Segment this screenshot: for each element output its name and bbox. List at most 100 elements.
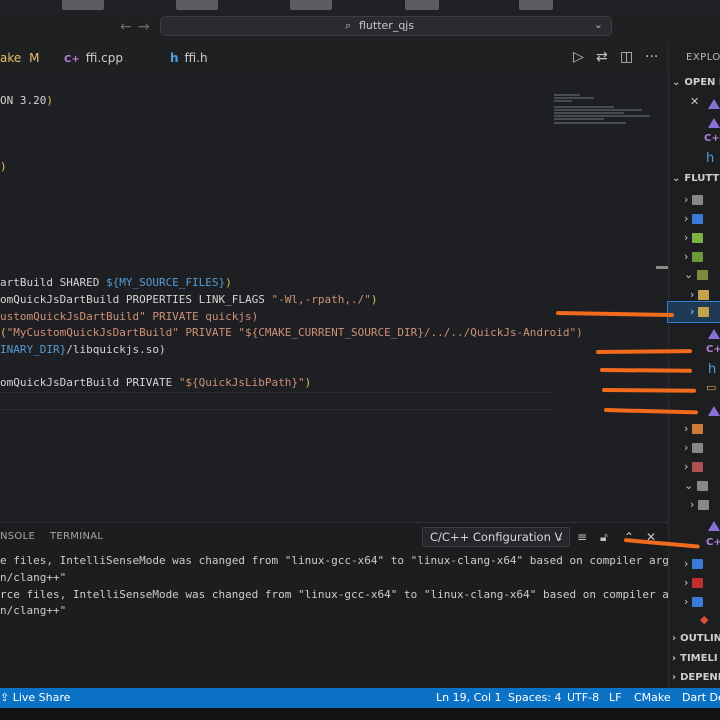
code-line[interactable]: ustomQuickJsDartBuild" PRIVATE quickjs): [0, 310, 258, 323]
indentation[interactable]: Spaces: 4: [508, 691, 561, 704]
window-thumbnail[interactable]: [62, 0, 104, 10]
section-timeline[interactable]: › TIMELI: [672, 653, 718, 664]
tree-item[interactable]: ›: [684, 250, 704, 263]
encoding[interactable]: UTF-8: [567, 691, 599, 704]
screen-edge: [0, 708, 720, 720]
cpp-file-icon[interactable]: C+: [706, 537, 720, 548]
language-mode[interactable]: CMake: [634, 691, 671, 704]
tree-item[interactable]: ›: [684, 212, 704, 225]
more-actions-icon[interactable]: ···: [645, 49, 658, 65]
chevron-down-icon: ⌄: [554, 530, 564, 544]
close-icon[interactable]: ✕: [690, 95, 699, 108]
tree-item[interactable]: ›: [684, 193, 704, 206]
folder-open-icon: [697, 481, 709, 491]
code-line[interactable]: ON 3.20): [0, 94, 53, 107]
clear-output-icon[interactable]: ≡: [577, 530, 587, 544]
back-arrow-icon[interactable]: ←: [120, 19, 132, 35]
code-line[interactable]: ("MyCustomQuickJsDartBuild" PRIVATE "${C…: [0, 326, 583, 339]
dart-devtools[interactable]: Dart De: [682, 691, 720, 704]
live-share-item[interactable]: ⇪ Live Share: [0, 691, 70, 704]
tab-ffi-h[interactable]: h ffi.h: [170, 42, 250, 74]
command-center-text: flutter_qjs: [359, 19, 415, 32]
live-share-icon: ⇪: [0, 691, 10, 704]
tree-item[interactable]: ›: [684, 576, 704, 589]
header-file-icon[interactable]: h: [708, 362, 716, 377]
code-line[interactable]: artBuild SHARED ${MY_SOURCE_FILES}): [0, 276, 232, 289]
folder-open-icon: [697, 270, 709, 280]
code-line[interactable]: omQuickJsDartBuild PRIVATE "${QuickJsLib…: [0, 376, 311, 389]
output-line: n/clang++": [0, 571, 67, 584]
tree-item[interactable]: [704, 404, 720, 417]
config-file-icon[interactable]: ▭: [706, 381, 716, 394]
cmake-file-icon: [708, 521, 720, 531]
tree-item[interactable]: ›: [690, 498, 710, 511]
list-item[interactable]: [704, 97, 720, 110]
cpp-file-icon[interactable]: C+: [706, 344, 720, 355]
code-line[interactable]: INARY_DIR}/libquickjs.so): [0, 343, 166, 356]
editor-tabs: ake M C+ ffi.cpp h ffi.h: [0, 42, 668, 75]
chevron-down-icon[interactable]: ⌄: [594, 18, 603, 31]
cmake-file-icon: [708, 329, 720, 339]
tree-item[interactable]: ›: [684, 595, 704, 608]
tab-terminal[interactable]: TERMINAL: [50, 531, 103, 542]
scrollbar-thumb[interactable]: [656, 266, 668, 269]
vscode-folder-icon: [692, 214, 704, 224]
folder-icon: [692, 424, 704, 434]
tree-item[interactable]: ⌄: [684, 479, 709, 492]
bottom-panel: [0, 522, 668, 689]
status-bar: ⇪ Live Share Ln 19, Col 1 Spaces: 4 UTF-…: [0, 688, 720, 708]
end-of-line[interactable]: LF: [609, 691, 621, 704]
window-thumbnail[interactable]: [405, 0, 439, 10]
modified-badge: M: [29, 51, 40, 65]
header-file-icon[interactable]: h: [706, 151, 714, 166]
window-thumbnail[interactable]: [519, 0, 553, 10]
run-icon[interactable]: ▷: [573, 49, 584, 65]
tree-item[interactable]: ›: [684, 231, 704, 244]
split-editor-icon[interactable]: ◫: [620, 49, 633, 65]
annotation-mark: [595, 349, 693, 354]
tree-item[interactable]: ›: [684, 557, 704, 570]
output-line: rce files, IntelliSenseMode was changed …: [0, 588, 689, 601]
tree-item[interactable]: [704, 327, 720, 340]
lock-scroll-icon[interactable]: 🔓︎: [600, 530, 608, 545]
tab-cmakelists[interactable]: ake M: [0, 42, 52, 74]
tab-ffi-cpp[interactable]: C+ ffi.cpp: [64, 42, 154, 74]
cpp-file-icon[interactable]: C+: [704, 133, 720, 144]
forward-arrow-icon[interactable]: →: [138, 19, 150, 35]
section-dependencies[interactable]: ›DEPENE: [672, 672, 720, 683]
window-thumbnail[interactable]: [290, 0, 332, 10]
tree-item[interactable]: ›: [690, 288, 710, 301]
folder-icon: [692, 443, 704, 453]
cursor-position[interactable]: Ln 19, Col 1: [436, 691, 502, 704]
code-line[interactable]: ): [0, 160, 7, 173]
section-open-editors[interactable]: ⌄OPEN E: [672, 77, 720, 88]
folder-icon: [692, 462, 704, 472]
github-folder-icon: [692, 195, 704, 205]
section-project[interactable]: ⌄FLUTTE: [672, 173, 720, 184]
tree-item[interactable]: ›: [684, 441, 704, 454]
tree-item[interactable]: ›: [684, 460, 704, 473]
explorer-title: EXPLOR: [686, 52, 720, 63]
tree-item[interactable]: ⌄: [684, 268, 709, 281]
tab-label: ffi.h: [184, 51, 208, 65]
tree-item[interactable]: [704, 519, 720, 532]
folder-icon: [692, 252, 704, 262]
command-center[interactable]: ⌕ flutter_qjs ⌄: [160, 16, 612, 36]
list-item[interactable]: [704, 116, 720, 129]
window-thumbnail[interactable]: [176, 0, 218, 10]
search-icon: ⌕: [345, 19, 352, 32]
code-line[interactable]: omQuickJsDartBuild PROPERTIES LINK_FLAGS…: [0, 293, 378, 306]
tab-debug-console[interactable]: NSOLE: [0, 531, 35, 542]
output-channel-select[interactable]: C/C++ Configuration V ⌄: [422, 527, 570, 547]
window-thumbnail-strip: [0, 0, 720, 12]
section-outline[interactable]: › OUTLIN: [672, 633, 720, 644]
git-file-icon[interactable]: ◆: [700, 613, 708, 626]
annotation-mark: [601, 388, 697, 393]
tree-item[interactable]: ›: [690, 305, 710, 318]
tree-item[interactable]: ›: [684, 422, 704, 435]
cmake-file-icon: [708, 406, 720, 416]
folder-icon: [692, 597, 704, 607]
compare-changes-icon[interactable]: ⇄: [596, 49, 608, 65]
folder-icon: [692, 559, 704, 569]
minimap[interactable]: [550, 92, 656, 132]
